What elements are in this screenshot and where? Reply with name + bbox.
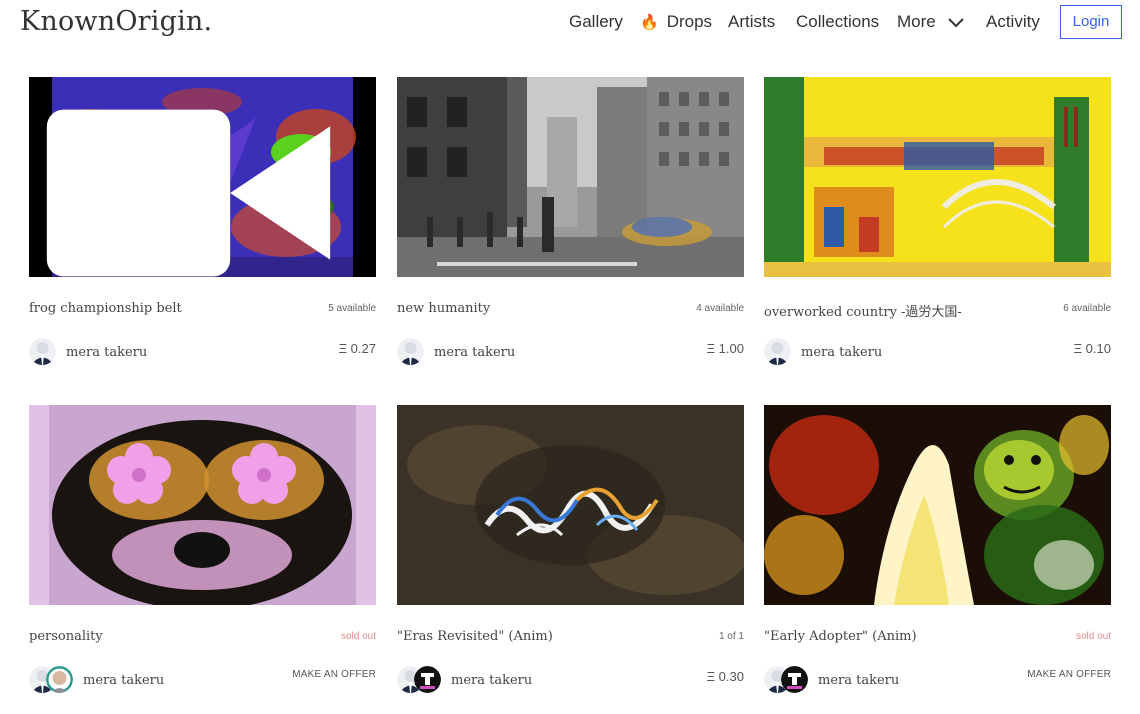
- artwork-card[interactable]: personality sold out mera takeru MAKE AN…: [29, 405, 376, 705]
- artwork-card[interactable]: overworked country -過労大国- 6 available me…: [764, 77, 1111, 377]
- make-offer-label[interactable]: MAKE AN OFFER: [292, 669, 376, 680]
- nav-activity[interactable]: Activity: [986, 12, 1040, 32]
- artwork-early-adopter: [764, 405, 1111, 605]
- artwork-personality: [29, 405, 376, 605]
- availability-label: 1 of 1: [718, 631, 744, 642]
- nav-artists[interactable]: Artists: [728, 12, 775, 32]
- artwork-card[interactable]: "Eras Revisited" (Anim) 1 of 1 mera take…: [397, 405, 744, 705]
- price-label: Ξ 0.30: [706, 669, 744, 684]
- artwork-image[interactable]: [29, 77, 376, 277]
- availability-label: 6 available: [1063, 303, 1111, 314]
- make-offer-label[interactable]: MAKE AN OFFER: [1027, 669, 1111, 680]
- nav-drops-label: Drops: [666, 12, 713, 31]
- artwork-title[interactable]: "Eras Revisited" (Anim): [397, 629, 553, 644]
- artwork-image[interactable]: [764, 77, 1111, 277]
- artwork-title[interactable]: new humanity: [397, 301, 490, 316]
- artwork-image[interactable]: [397, 77, 744, 277]
- video-camera-icon: [46, 109, 331, 277]
- availability-label: sold out: [1075, 631, 1111, 642]
- artist-name[interactable]: mera takeru: [434, 345, 515, 360]
- logo-text: KnownOrigin: [20, 6, 204, 37]
- chevron-down-icon: [948, 17, 965, 27]
- artist-name[interactable]: mera takeru: [83, 673, 164, 688]
- artwork-image[interactable]: [764, 405, 1111, 605]
- knownorigin-logo[interactable]: KnownOrigin.: [20, 6, 212, 37]
- artwork-card[interactable]: "Early Adopter" (Anim) sold out mera tak…: [764, 405, 1111, 705]
- artwork-card[interactable]: frog championship belt 5 available mera …: [29, 77, 376, 377]
- top-navigation-bar: KnownOrigin. Gallery 🔥 Drops Artists Coll…: [0, 0, 1140, 48]
- artist-avatar[interactable]: [29, 338, 56, 365]
- artist-name[interactable]: mera takeru: [451, 673, 532, 688]
- nav-more-label: More: [897, 12, 936, 31]
- artwork-image[interactable]: [397, 405, 744, 605]
- nav-drops[interactable]: 🔥 Drops: [640, 12, 712, 33]
- artwork-title[interactable]: "Early Adopter" (Anim): [764, 629, 917, 644]
- nav-collections[interactable]: Collections: [796, 12, 879, 32]
- price-label: Ξ 0.27: [338, 341, 376, 356]
- artwork-image[interactable]: [29, 405, 376, 605]
- logo-dot: .: [203, 6, 213, 37]
- artwork-new-humanity: [397, 77, 744, 277]
- artwork-card[interactable]: new humanity 4 available mera takeru Ξ 1…: [397, 77, 744, 377]
- artist-name[interactable]: mera takeru: [66, 345, 147, 360]
- artwork-title[interactable]: frog championship belt: [29, 301, 182, 316]
- artwork-overworked-country: [764, 77, 1111, 277]
- login-button[interactable]: Login: [1060, 5, 1122, 39]
- artist-avatar[interactable]: [764, 338, 791, 365]
- availability-label: 5 available: [328, 303, 376, 314]
- availability-label: sold out: [340, 631, 376, 642]
- fire-icon: 🔥: [640, 14, 659, 31]
- artwork-eras-revisited: [397, 405, 744, 605]
- collector-avatar[interactable]: [781, 666, 808, 693]
- artist-avatar[interactable]: [397, 338, 424, 365]
- artist-name[interactable]: mera takeru: [818, 673, 899, 688]
- price-label: Ξ 1.00: [706, 341, 744, 356]
- price-label: Ξ 0.10: [1073, 341, 1111, 356]
- availability-label: 4 available: [696, 303, 744, 314]
- collector-avatar[interactable]: [414, 666, 441, 693]
- nav-more-dropdown[interactable]: More: [897, 12, 965, 32]
- collector-avatar[interactable]: [46, 666, 73, 693]
- artwork-title[interactable]: overworked country -過労大国-: [764, 301, 962, 320]
- artist-name[interactable]: mera takeru: [801, 345, 882, 360]
- nav-gallery[interactable]: Gallery: [569, 12, 623, 32]
- artwork-title[interactable]: personality: [29, 629, 103, 644]
